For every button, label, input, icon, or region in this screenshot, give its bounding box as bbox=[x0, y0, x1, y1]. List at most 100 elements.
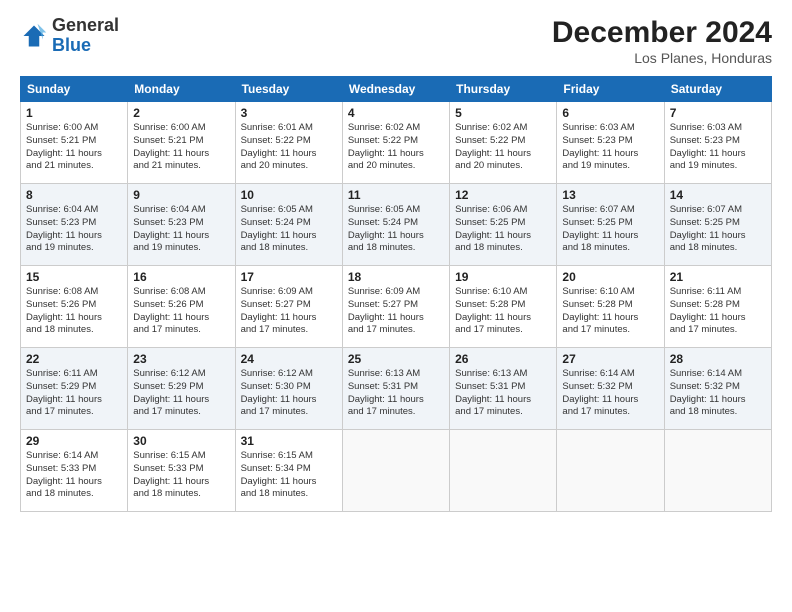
col-saturday: Saturday bbox=[664, 77, 771, 102]
day-number: 11 bbox=[348, 188, 444, 202]
day-number: 20 bbox=[562, 270, 658, 284]
day-info: Sunrise: 6:03 AM Sunset: 5:23 PM Dayligh… bbox=[562, 122, 658, 173]
day-number: 18 bbox=[348, 270, 444, 284]
col-friday: Friday bbox=[557, 77, 664, 102]
day-number: 9 bbox=[133, 188, 229, 202]
day-info: Sunrise: 6:10 AM Sunset: 5:28 PM Dayligh… bbox=[562, 286, 658, 337]
col-monday: Monday bbox=[128, 77, 235, 102]
month-title: December 2024 bbox=[552, 16, 772, 50]
day-number: 21 bbox=[670, 270, 766, 284]
day-number: 1 bbox=[26, 106, 122, 120]
day-info: Sunrise: 6:14 AM Sunset: 5:32 PM Dayligh… bbox=[670, 368, 766, 419]
day-number: 28 bbox=[670, 352, 766, 366]
calendar-cell: 21 Sunrise: 6:11 AM Sunset: 5:28 PM Dayli… bbox=[664, 266, 771, 348]
col-tuesday: Tuesday bbox=[235, 77, 342, 102]
day-number: 17 bbox=[241, 270, 337, 284]
calendar-cell: 7Sunrise: 6:03 AM Sunset: 5:23 PM Daylig… bbox=[664, 102, 771, 184]
day-number: 26 bbox=[455, 352, 551, 366]
day-info: Sunrise: 6:14 AM Sunset: 5:32 PM Dayligh… bbox=[562, 368, 658, 419]
day-info: Sunrise: 6:00 AM Sunset: 5:21 PM Dayligh… bbox=[133, 122, 229, 173]
day-info: Sunrise: 6:03 AM Sunset: 5:23 PM Dayligh… bbox=[670, 122, 766, 173]
calendar-cell: 29 Sunrise: 6:14 AM Sunset: 5:33 PM Dayli… bbox=[21, 430, 128, 512]
calendar-cell: 23 Sunrise: 6:12 AM Sunset: 5:29 PM Dayli… bbox=[128, 348, 235, 430]
day-number: 31 bbox=[241, 434, 337, 448]
col-wednesday: Wednesday bbox=[342, 77, 449, 102]
day-info: Sunrise: 6:06 AM Sunset: 5:25 PM Dayligh… bbox=[455, 204, 551, 255]
day-number: 8 bbox=[26, 188, 122, 202]
day-info: Sunrise: 6:07 AM Sunset: 5:25 PM Dayligh… bbox=[562, 204, 658, 255]
day-info: Sunrise: 6:13 AM Sunset: 5:31 PM Dayligh… bbox=[348, 368, 444, 419]
calendar-table: Sunday Monday Tuesday Wednesday Thursday… bbox=[20, 76, 772, 512]
calendar-cell: 1 Sunrise: 6:00 AM Sunset: 5:21 PM Daylig… bbox=[21, 102, 128, 184]
calendar-cell bbox=[557, 430, 664, 512]
page: General Blue December 2024 Los Planes, H… bbox=[0, 0, 792, 612]
calendar-cell: 10 Sunrise: 6:05 AM Sunset: 5:24 PM Dayli… bbox=[235, 184, 342, 266]
day-info: Sunrise: 6:09 AM Sunset: 5:27 PM Dayligh… bbox=[241, 286, 337, 337]
calendar-cell: 17 Sunrise: 6:09 AM Sunset: 5:27 PM Dayli… bbox=[235, 266, 342, 348]
col-thursday: Thursday bbox=[450, 77, 557, 102]
day-number: 23 bbox=[133, 352, 229, 366]
calendar-cell bbox=[664, 430, 771, 512]
day-info: Sunrise: 6:13 AM Sunset: 5:31 PM Dayligh… bbox=[455, 368, 551, 419]
day-info: Sunrise: 6:00 AM Sunset: 5:21 PM Dayligh… bbox=[26, 122, 122, 173]
calendar-cell: 16 Sunrise: 6:08 AM Sunset: 5:26 PM Dayli… bbox=[128, 266, 235, 348]
calendar-cell: 31 Sunrise: 6:15 AM Sunset: 5:34 PM Dayli… bbox=[235, 430, 342, 512]
logo-blue: Blue bbox=[52, 35, 91, 55]
calendar-cell: 20 Sunrise: 6:10 AM Sunset: 5:28 PM Dayli… bbox=[557, 266, 664, 348]
day-number: 2 bbox=[133, 106, 229, 120]
calendar-cell: 15Sunrise: 6:08 AM Sunset: 5:26 PM Dayli… bbox=[21, 266, 128, 348]
day-number: 27 bbox=[562, 352, 658, 366]
calendar-cell: 13Sunrise: 6:07 AM Sunset: 5:25 PM Dayli… bbox=[557, 184, 664, 266]
day-number: 19 bbox=[455, 270, 551, 284]
calendar-cell: 12Sunrise: 6:06 AM Sunset: 5:25 PM Dayli… bbox=[450, 184, 557, 266]
calendar-week-2: 8 Sunrise: 6:04 AM Sunset: 5:23 PM Daylig… bbox=[21, 184, 772, 266]
calendar-cell: 27 Sunrise: 6:14 AM Sunset: 5:32 PM Dayli… bbox=[557, 348, 664, 430]
calendar-cell: 26 Sunrise: 6:13 AM Sunset: 5:31 PM Dayli… bbox=[450, 348, 557, 430]
calendar-week-1: 1 Sunrise: 6:00 AM Sunset: 5:21 PM Daylig… bbox=[21, 102, 772, 184]
calendar-week-4: 22Sunrise: 6:11 AM Sunset: 5:29 PM Dayli… bbox=[21, 348, 772, 430]
day-number: 5 bbox=[455, 106, 551, 120]
logo-general: General bbox=[52, 15, 119, 35]
day-number: 25 bbox=[348, 352, 444, 366]
calendar-cell: 18 Sunrise: 6:09 AM Sunset: 5:27 PM Dayli… bbox=[342, 266, 449, 348]
calendar-cell: 5 Sunrise: 6:02 AM Sunset: 5:22 PM Daylig… bbox=[450, 102, 557, 184]
calendar-cell bbox=[342, 430, 449, 512]
day-info: Sunrise: 6:15 AM Sunset: 5:34 PM Dayligh… bbox=[241, 450, 337, 501]
title-block: December 2024 Los Planes, Honduras bbox=[552, 16, 772, 66]
calendar-cell: 6 Sunrise: 6:03 AM Sunset: 5:23 PM Daylig… bbox=[557, 102, 664, 184]
day-number: 29 bbox=[26, 434, 122, 448]
calendar-cell: 3 Sunrise: 6:01 AM Sunset: 5:22 PM Daylig… bbox=[235, 102, 342, 184]
day-info: Sunrise: 6:12 AM Sunset: 5:29 PM Dayligh… bbox=[133, 368, 229, 419]
day-info: Sunrise: 6:08 AM Sunset: 5:26 PM Dayligh… bbox=[26, 286, 122, 337]
day-info: Sunrise: 6:09 AM Sunset: 5:27 PM Dayligh… bbox=[348, 286, 444, 337]
day-number: 16 bbox=[133, 270, 229, 284]
day-info: Sunrise: 6:10 AM Sunset: 5:28 PM Dayligh… bbox=[455, 286, 551, 337]
calendar-cell: 4Sunrise: 6:02 AM Sunset: 5:22 PM Daylig… bbox=[342, 102, 449, 184]
day-number: 10 bbox=[241, 188, 337, 202]
logo-text: General Blue bbox=[52, 16, 119, 56]
day-number: 6 bbox=[562, 106, 658, 120]
calendar-header-row: Sunday Monday Tuesday Wednesday Thursday… bbox=[21, 77, 772, 102]
calendar-cell: 2 Sunrise: 6:00 AM Sunset: 5:21 PM Daylig… bbox=[128, 102, 235, 184]
day-number: 14 bbox=[670, 188, 766, 202]
day-number: 24 bbox=[241, 352, 337, 366]
logo-icon bbox=[20, 22, 48, 50]
day-info: Sunrise: 6:02 AM Sunset: 5:22 PM Dayligh… bbox=[455, 122, 551, 173]
calendar-cell: 24Sunrise: 6:12 AM Sunset: 5:30 PM Dayli… bbox=[235, 348, 342, 430]
calendar-cell: 14Sunrise: 6:07 AM Sunset: 5:25 PM Dayli… bbox=[664, 184, 771, 266]
calendar-cell: 19 Sunrise: 6:10 AM Sunset: 5:28 PM Dayli… bbox=[450, 266, 557, 348]
calendar-week-3: 15Sunrise: 6:08 AM Sunset: 5:26 PM Dayli… bbox=[21, 266, 772, 348]
day-info: Sunrise: 6:14 AM Sunset: 5:33 PM Dayligh… bbox=[26, 450, 122, 501]
day-info: Sunrise: 6:11 AM Sunset: 5:28 PM Dayligh… bbox=[670, 286, 766, 337]
calendar-cell: 30Sunrise: 6:15 AM Sunset: 5:33 PM Dayli… bbox=[128, 430, 235, 512]
day-number: 22 bbox=[26, 352, 122, 366]
day-info: Sunrise: 6:01 AM Sunset: 5:22 PM Dayligh… bbox=[241, 122, 337, 173]
day-number: 4 bbox=[348, 106, 444, 120]
calendar-cell: 22Sunrise: 6:11 AM Sunset: 5:29 PM Dayli… bbox=[21, 348, 128, 430]
day-info: Sunrise: 6:05 AM Sunset: 5:24 PM Dayligh… bbox=[241, 204, 337, 255]
day-info: Sunrise: 6:08 AM Sunset: 5:26 PM Dayligh… bbox=[133, 286, 229, 337]
day-info: Sunrise: 6:04 AM Sunset: 5:23 PM Dayligh… bbox=[26, 204, 122, 255]
calendar-cell: 25 Sunrise: 6:13 AM Sunset: 5:31 PM Dayli… bbox=[342, 348, 449, 430]
calendar-cell: 8 Sunrise: 6:04 AM Sunset: 5:23 PM Daylig… bbox=[21, 184, 128, 266]
day-number: 3 bbox=[241, 106, 337, 120]
